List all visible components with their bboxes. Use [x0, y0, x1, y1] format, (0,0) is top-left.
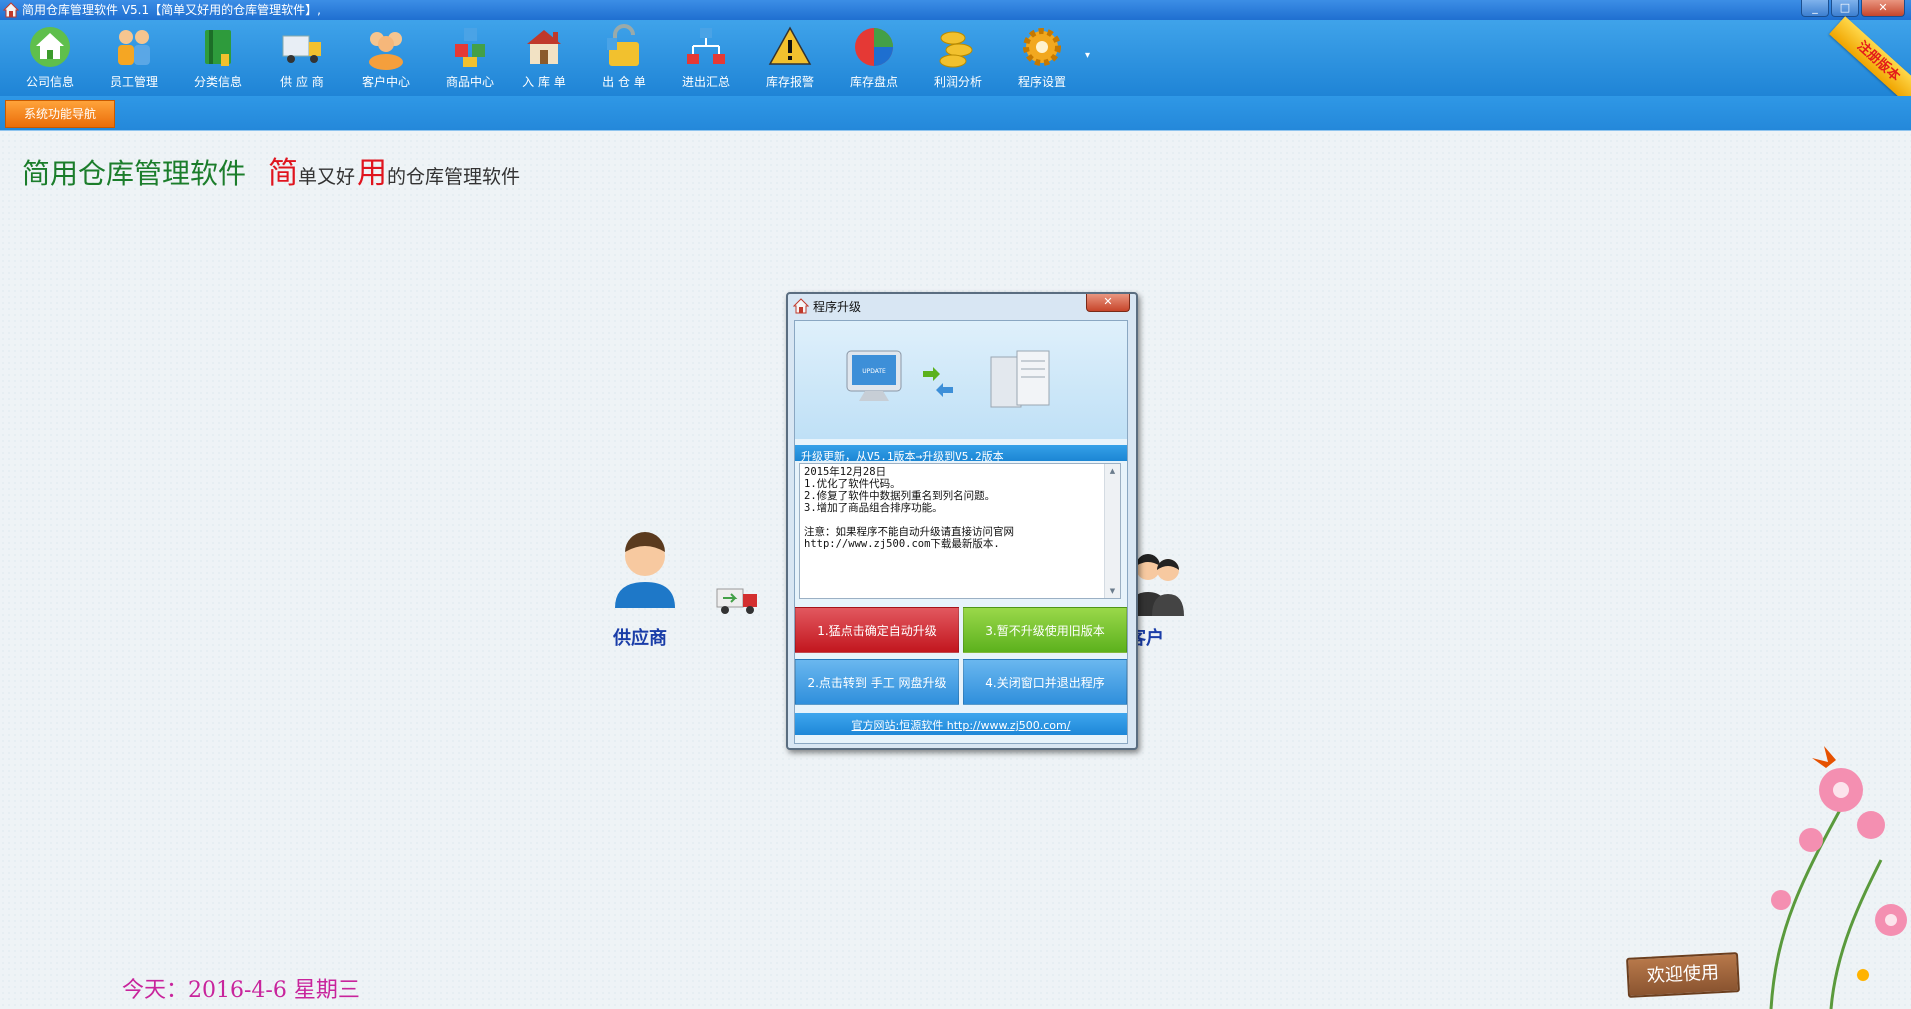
close-and-exit-button[interactable]: 4.关闭窗口并退出程序	[963, 659, 1127, 705]
tab-system-navigation[interactable]: 系统功能导航	[5, 100, 115, 128]
page-headline: 简用仓库管理软件 简单又好用的仓库管理软件	[22, 148, 520, 192]
products-cubes-icon	[455, 28, 485, 67]
notes-scrollbar[interactable]: ▲ ▼	[1104, 464, 1120, 598]
category-book-icon	[205, 30, 231, 66]
supplier-truck-icon	[282, 35, 321, 63]
close-button[interactable]: ✕	[1861, 0, 1905, 17]
toolbar-profit-analysis[interactable]: 利润分析	[918, 24, 998, 94]
toolbar-label: 商品中心	[445, 75, 494, 89]
settings-gear-icon	[1023, 28, 1061, 66]
toolbar-label: 入 库 单	[522, 75, 566, 89]
registration-ribbon[interactable]: 注册版本	[1829, 16, 1911, 108]
keep-old-version-button[interactable]: 3.暂不升级使用旧版本	[963, 607, 1127, 653]
scroll-up-icon[interactable]: ▲	[1105, 464, 1120, 478]
release-notes-box[interactable]: 2015年12月28日 1.优化了软件代码。 2.修复了软件中数据列重名到列名问…	[799, 463, 1121, 599]
note-line: 2015年12月28日	[804, 466, 887, 478]
stock-out-icon	[607, 24, 639, 66]
note-line: 注意：如果程序不能自动升级请直接访问官网	[804, 526, 1014, 538]
toolbar-label: 库存报警	[765, 75, 814, 89]
toolbar-stock-warning[interactable]: 库存报警	[750, 24, 830, 94]
coins-icon	[939, 31, 973, 68]
headline-part1: 单又好	[298, 166, 356, 188]
note-line	[804, 514, 1102, 526]
official-site-link[interactable]: 官方网站:恒源软件 http://www.zj500.com/	[795, 717, 1127, 733]
toolbar-stock-out[interactable]: 出 仓 单	[584, 24, 664, 94]
toolbar-supplier[interactable]: 供 应 商	[262, 24, 342, 94]
window-controls: _ □ ✕	[1801, 0, 1905, 18]
app-house-icon	[3, 2, 19, 18]
supplier-label[interactable]: 供应商	[613, 624, 667, 650]
dialog-body: UPDATE 升级更新，从V5.1版本→升级到V5.2版本 2015年12月28…	[794, 320, 1128, 744]
note-line: http://www.zj500.com下载最新版本.	[804, 538, 1000, 550]
toolbar-label: 库存盘点	[849, 75, 898, 89]
toolbar-overflow-chevron-icon[interactable]: ▾	[1085, 50, 1090, 61]
toolbar-company-info[interactable]: 公司信息	[10, 24, 90, 94]
toolbar-products[interactable]: 商品中心	[430, 24, 510, 94]
headline-char1: 简	[268, 156, 299, 191]
customers-icon	[369, 32, 403, 70]
toolbar-label: 出 仓 单	[602, 75, 646, 89]
release-notes-text: 2015年12月28日 1.优化了软件代码。 2.修复了软件中数据列重名到列名问…	[804, 466, 1102, 550]
welcome-sign: 欢迎使用	[1626, 952, 1740, 998]
toolbar-label: 公司信息	[25, 75, 74, 89]
upgrade-version-text: 升级更新，从V5.1版本→升级到V5.2版本	[801, 450, 1004, 463]
toolbar-label: 程序设置	[1017, 75, 1066, 89]
update-illustration-icon: UPDATE	[846, 350, 1050, 408]
note-line: 1.优化了软件代码。	[804, 478, 901, 490]
toolbar-label: 利润分析	[933, 75, 982, 89]
inventory-pie-icon	[855, 28, 893, 66]
toolbar-summary[interactable]: 进出汇总	[666, 24, 746, 94]
dialog-title: 程序升级	[813, 300, 862, 314]
auto-upgrade-button[interactable]: 1.猛点击确定自动升级	[795, 607, 959, 653]
window-title-bar: 简用仓库管理软件 V5.1【简单又好用的仓库管理软件】, _ □ ✕	[0, 0, 1911, 20]
headline-main: 简用仓库管理软件	[22, 157, 247, 190]
toolbar-label: 客户中心	[361, 75, 410, 89]
stock-in-icon	[527, 30, 561, 64]
scroll-down-icon[interactable]: ▼	[1105, 584, 1120, 598]
toolbar-customers[interactable]: 客户中心	[346, 24, 426, 94]
manual-upgrade-button[interactable]: 2.点击转到 手工 网盘升级	[795, 659, 959, 705]
toolbar-label: 进出汇总	[681, 75, 730, 89]
app-house-icon	[793, 298, 809, 314]
toolbar-stock-in[interactable]: 入 库 单	[504, 24, 584, 94]
toolbar-settings[interactable]: 程序设置	[1002, 24, 1082, 94]
supplier-person-icon[interactable]	[610, 530, 680, 610]
maximize-button[interactable]: □	[1831, 0, 1859, 17]
toolbar-label: 分类信息	[193, 75, 242, 89]
window-title: 简用仓库管理软件 V5.1【简单又好用的仓库管理软件】,	[22, 3, 321, 17]
summary-icon	[687, 28, 725, 64]
toolbar-staff[interactable]: 员工管理	[94, 24, 174, 94]
toolbar-category[interactable]: 分类信息	[178, 24, 258, 94]
toolbar-label: 员工管理	[109, 75, 158, 89]
main-toolbar: 公司信息 员工管理 分类信息 供 应 商 客户中心 商品中心 入 库 单 出 仓…	[0, 16, 1911, 108]
function-nav-bar: 系统功能导航	[0, 96, 1911, 131]
dialog-title-bar: 程序升级 ✕	[788, 294, 1136, 318]
headline-char2: 用	[357, 156, 388, 191]
upgrade-dialog: 程序升级 ✕ UPDATE 升级更新，从V5.1版本→升级到V5.2版本 201…	[786, 292, 1138, 750]
company-icon	[30, 27, 70, 67]
dialog-close-button[interactable]: ✕	[1086, 294, 1130, 312]
toolbar-inventory-check[interactable]: 库存盘点	[834, 24, 914, 94]
headline-part2: 的仓库管理软件	[387, 166, 521, 188]
staff-icon	[118, 30, 150, 65]
note-line: 2.修复了软件中数据列重名到列名问题。	[804, 490, 996, 502]
minimize-button[interactable]: _	[1801, 0, 1829, 17]
note-line: 3.增加了商品组合排序功能。	[804, 502, 943, 514]
dialog-banner: UPDATE	[795, 321, 1127, 439]
warning-icon	[768, 26, 812, 65]
today-date: 今天：2016-4-6 星期三	[122, 978, 360, 1003]
svg-text:UPDATE: UPDATE	[862, 368, 886, 375]
toolbar-label: 供 应 商	[280, 75, 324, 89]
delivery-truck-icon	[716, 588, 757, 614]
